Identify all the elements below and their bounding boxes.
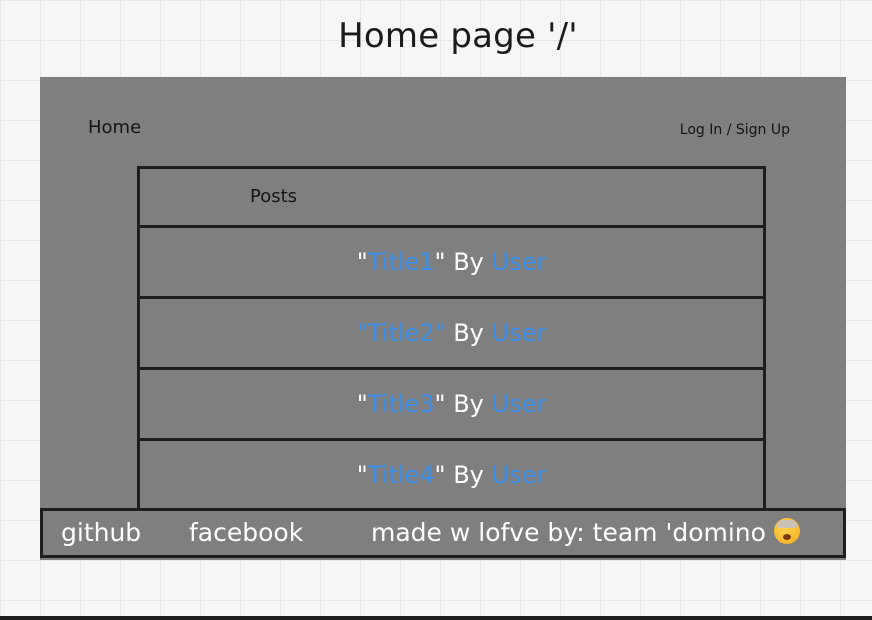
post-open-quote: " [356,461,368,489]
post-row[interactable]: " Title3 " By User [140,370,763,441]
post-open-quote: " [356,248,368,276]
post-user-link[interactable]: User [492,461,547,489]
post-row[interactable]: " Title4 " By User [140,441,763,509]
divider [0,616,872,620]
page-title: Home page '/' [338,16,578,56]
footer: github facebook made w lofve by: team 'd… [40,508,846,558]
home-page-mockup: Home Log In / Sign Up Posts " Title1 " By … [40,77,846,560]
post-close-quote: " [434,390,446,418]
post-open-quote: " [356,390,368,418]
footer-credit-text: made w lofve by: team 'domino [371,518,766,547]
post-title-link[interactable]: "Title2" [357,319,446,347]
post-row[interactable]: " Title1 " By User [140,228,763,299]
post-title-link[interactable]: Title1 [368,248,435,276]
post-close-quote: " [434,461,446,489]
post-by-label: By [445,248,492,276]
post-user-link[interactable]: User [492,319,547,347]
post-close-quote: " [434,248,446,276]
post-by-label: By [445,319,492,347]
posts-header: Posts [140,169,763,228]
posts-header-label: Posts [250,186,298,207]
exploding-head-icon [773,518,800,544]
post-by-label: By [445,461,492,489]
post-row[interactable]: "Title2" By User [140,299,763,370]
nav-home-link[interactable]: Home [88,117,141,138]
footer-github-link[interactable]: github [61,518,141,547]
footer-facebook-link[interactable]: facebook [189,518,303,547]
post-user-link[interactable]: User [492,248,547,276]
post-by-label: By [445,390,492,418]
footer-credit: made w lofve by: team 'domino [371,518,800,547]
post-title-link[interactable]: Title3 [368,390,435,418]
post-user-link[interactable]: User [492,390,547,418]
post-title-link[interactable]: Title4 [368,461,435,489]
nav-login-signup-link[interactable]: Log In / Sign Up [680,122,790,138]
posts-list: Posts " Title1 " By User "Title2" By User … [137,166,766,519]
